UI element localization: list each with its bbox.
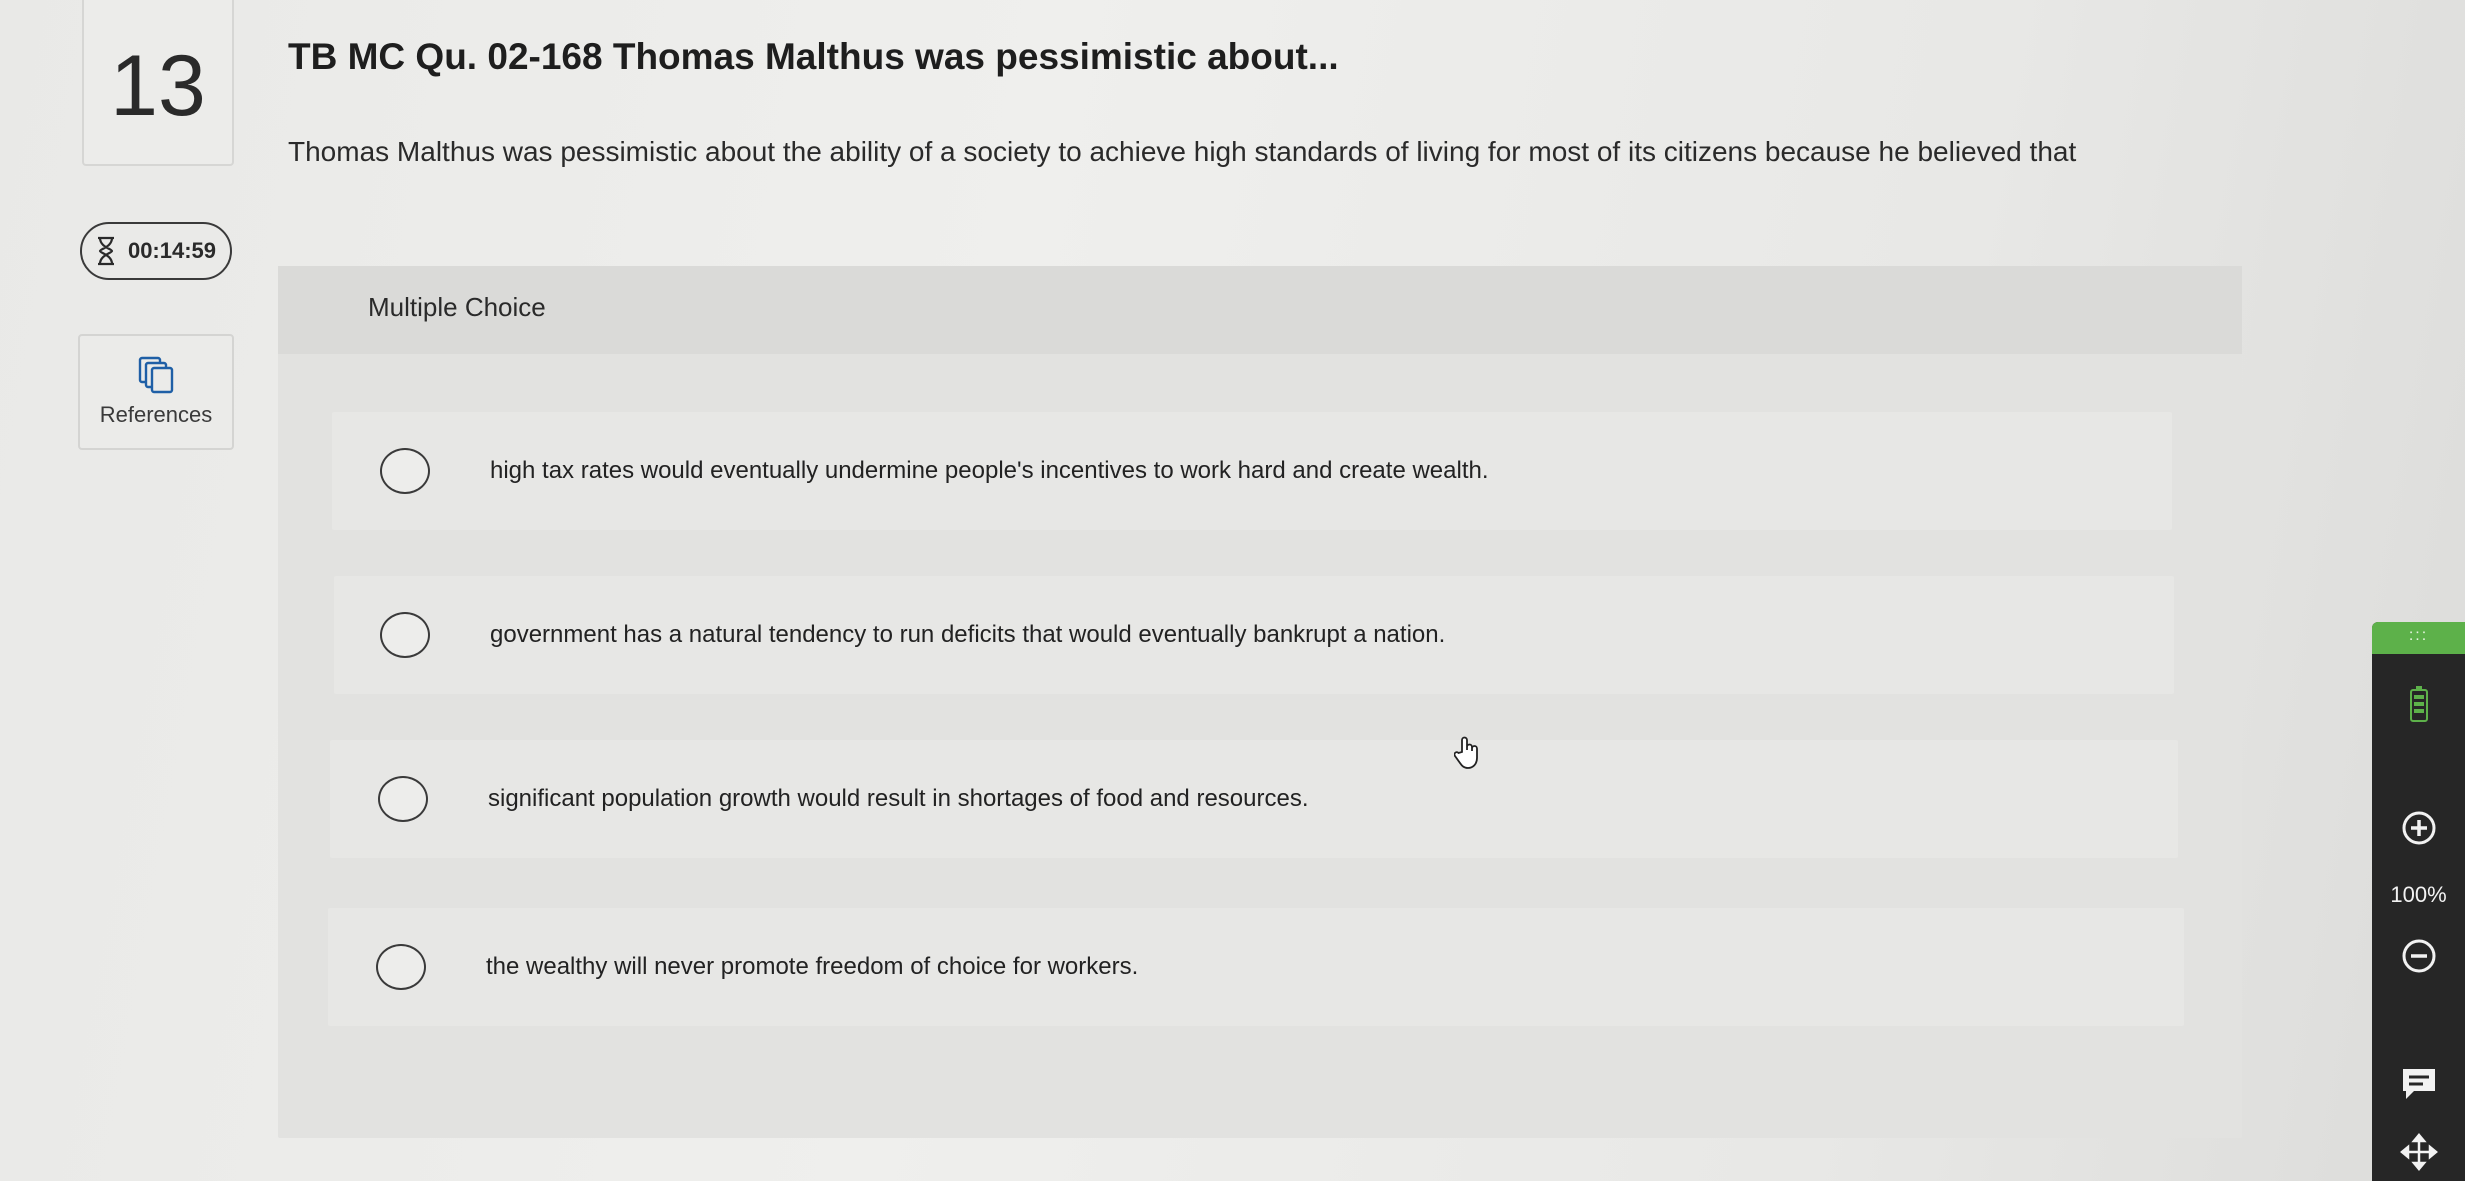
copy-icon (138, 356, 174, 394)
answer-option-1[interactable]: high tax rates would eventually undermin… (332, 412, 2172, 530)
move-icon (2399, 1133, 2438, 1171)
zoom-out-icon (2402, 939, 2435, 973)
zoom-level-text: 100% (2390, 882, 2447, 907)
option-text: the wealthy will never promote freedom o… (486, 953, 1139, 980)
zoom-out-button[interactable] (2372, 936, 2465, 976)
radio-button[interactable] (380, 448, 430, 494)
timer-button[interactable]: 00:14:59 (80, 222, 232, 280)
option-text: significant population growth would resu… (488, 785, 1309, 812)
question-title: TB MC Qu. 02-168 Thomas Malthus was pess… (288, 36, 1339, 77)
question-prompt: Thomas Malthus was pessimistic about the… (288, 136, 2077, 167)
multiple-choice-header: Multiple Choice (278, 266, 2242, 354)
multiple-choice-panel: Multiple Choice high tax rates would eve… (278, 266, 2242, 1138)
radio-button[interactable] (376, 944, 426, 990)
battery-button[interactable] (2372, 682, 2465, 726)
hourglass-icon (97, 236, 114, 266)
zoom-level: 100% (2372, 880, 2465, 910)
option-text: high tax rates would eventually undermin… (490, 457, 1489, 484)
floating-toolbar: ::: 100% (2372, 622, 2465, 1181)
question-number: 13 (82, 0, 234, 166)
zoom-in-icon (2402, 811, 2435, 845)
option-text: government has a natural tendency to run… (490, 621, 1446, 648)
comment-button[interactable] (2372, 1062, 2465, 1106)
references-label: References (99, 402, 213, 427)
radio-button[interactable] (380, 612, 430, 658)
move-button[interactable] (2372, 1132, 2465, 1172)
answer-option-3[interactable]: significant population growth would resu… (330, 740, 2178, 858)
radio-button[interactable] (378, 776, 428, 822)
answer-option-2[interactable]: government has a natural tendency to run… (334, 576, 2174, 694)
battery-icon (2409, 686, 2428, 722)
left-rail: 13 00:14:59 References (0, 0, 250, 1181)
answer-option-4[interactable]: the wealthy will never promote freedom o… (328, 908, 2184, 1026)
comment-icon (2402, 1069, 2435, 1099)
toolbar-drag-handle[interactable]: ::: (2372, 622, 2465, 654)
timer-value: 00:14:59 (127, 238, 217, 263)
hand-cursor-icon (1454, 736, 1478, 769)
multiple-choice-label: Multiple Choice (368, 292, 546, 322)
zoom-in-button[interactable] (2372, 808, 2465, 848)
references-button[interactable]: References (78, 334, 234, 450)
